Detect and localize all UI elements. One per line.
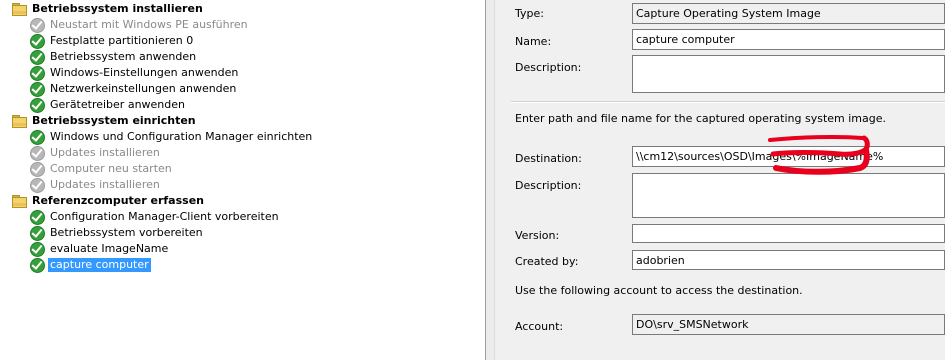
check-icon — [29, 257, 45, 273]
tree-step[interactable]: capture computer — [29, 257, 151, 273]
check-icon — [29, 161, 45, 177]
tree-step[interactable]: Netzwerkeinstellungen anwenden — [29, 81, 238, 97]
check-icon — [29, 145, 45, 161]
tree-step-label: Betriebssystem vorbereiten — [50, 226, 203, 239]
tree-step[interactable]: Windows und Configuration Manager einric… — [29, 129, 314, 145]
tree-step[interactable]: evaluate ImageName — [29, 241, 170, 257]
check-icon — [29, 177, 45, 193]
tree-step-label: Windows und Configuration Manager einric… — [50, 130, 313, 143]
description-label: Description: — [515, 61, 582, 74]
check-icon — [29, 65, 45, 81]
tree-step-label: Gerätetreiber anwenden — [50, 98, 185, 111]
account-label: Account: — [515, 320, 564, 333]
tree-step-label: Updates installieren — [50, 146, 160, 159]
pane-splitter[interactable] — [486, 0, 494, 360]
account-instructions: Use the following account to access the … — [515, 284, 803, 297]
tree-step[interactable]: Computer neu starten — [29, 161, 174, 177]
tree-step-label: Betriebssystem anwenden — [50, 50, 197, 63]
folder-icon — [11, 193, 27, 209]
tree-step[interactable]: Updates installieren — [29, 177, 162, 193]
tree-group[interactable]: Referenzcomputer erfassen — [11, 193, 206, 209]
check-icon — [29, 241, 45, 257]
type-field: Capture Operating System Image — [632, 3, 945, 24]
tree-group-label: Betriebssystem installieren — [32, 2, 203, 15]
tree-group[interactable]: Betriebssystem einrichten — [11, 113, 198, 129]
tree-step-label: capture computer — [48, 258, 151, 272]
tree-step-label: Updates installieren — [50, 178, 160, 191]
tree-step-label: evaluate ImageName — [50, 242, 169, 255]
image-description-input[interactable] — [632, 173, 945, 218]
account-field: DO\srv_SMSNetwork — [632, 314, 945, 335]
version-input[interactable] — [632, 224, 945, 243]
type-label: Type: — [515, 7, 544, 20]
tree-step-label: Neustart mit Windows PE ausführen — [50, 18, 248, 31]
tree-step[interactable]: Gerätetreiber anwenden — [29, 97, 187, 113]
tree-group[interactable]: Betriebssystem installieren — [11, 1, 205, 17]
check-icon — [29, 129, 45, 145]
destination-instructions: Enter path and file name for the capture… — [515, 112, 886, 125]
folder-icon — [11, 113, 27, 129]
version-label: Version: — [515, 229, 560, 242]
tree-step[interactable]: Betriebssystem vorbereiten — [29, 225, 205, 241]
tree-step[interactable]: Windows-Einstellungen anwenden — [29, 65, 240, 81]
check-icon — [29, 33, 45, 49]
image-description-label: Description: — [515, 179, 582, 192]
tree-step-label: Configuration Manager-Client vorbereiten — [50, 210, 279, 223]
destination-label: Destination: — [515, 152, 582, 165]
tree-step[interactable]: Festplatte partitionieren 0 — [29, 33, 195, 49]
folder-icon — [11, 1, 27, 17]
tree-group-label: Referenzcomputer erfassen — [32, 194, 204, 207]
check-icon — [29, 209, 45, 225]
tree-step[interactable]: Neustart mit Windows PE ausführen — [29, 17, 250, 33]
tree-step-label: Computer neu starten — [50, 162, 172, 175]
check-icon — [29, 81, 45, 97]
tree-step-label: Netzwerkeinstellungen anwenden — [50, 82, 237, 95]
created-by-label: Created by: — [515, 255, 579, 268]
tree-step-label: Windows-Einstellungen anwenden — [50, 66, 239, 79]
destination-input[interactable]: \\cm12\sources\OSD\Images\%ImageName% — [632, 146, 945, 167]
tree-step[interactable]: Updates installieren — [29, 145, 162, 161]
tree-group-label: Betriebssystem einrichten — [32, 114, 196, 127]
properties-panel: Type: Capture Operating System Image Nam… — [495, 0, 945, 360]
description-input[interactable] — [632, 55, 945, 93]
name-input[interactable]: capture computer — [632, 29, 945, 50]
check-icon — [29, 17, 45, 33]
tree-step[interactable]: Configuration Manager-Client vorbereiten — [29, 209, 281, 225]
section-separator — [511, 101, 945, 103]
task-sequence-tree[interactable]: Betriebssystem installieren Neustart mit … — [0, 0, 486, 360]
tree-step[interactable]: Betriebssystem anwenden — [29, 49, 198, 65]
check-icon — [29, 97, 45, 113]
check-icon — [29, 225, 45, 241]
check-icon — [29, 49, 45, 65]
name-label: Name: — [515, 35, 552, 48]
tree-step-label: Festplatte partitionieren 0 — [50, 34, 194, 47]
created-by-input[interactable]: adobrien — [632, 250, 945, 270]
